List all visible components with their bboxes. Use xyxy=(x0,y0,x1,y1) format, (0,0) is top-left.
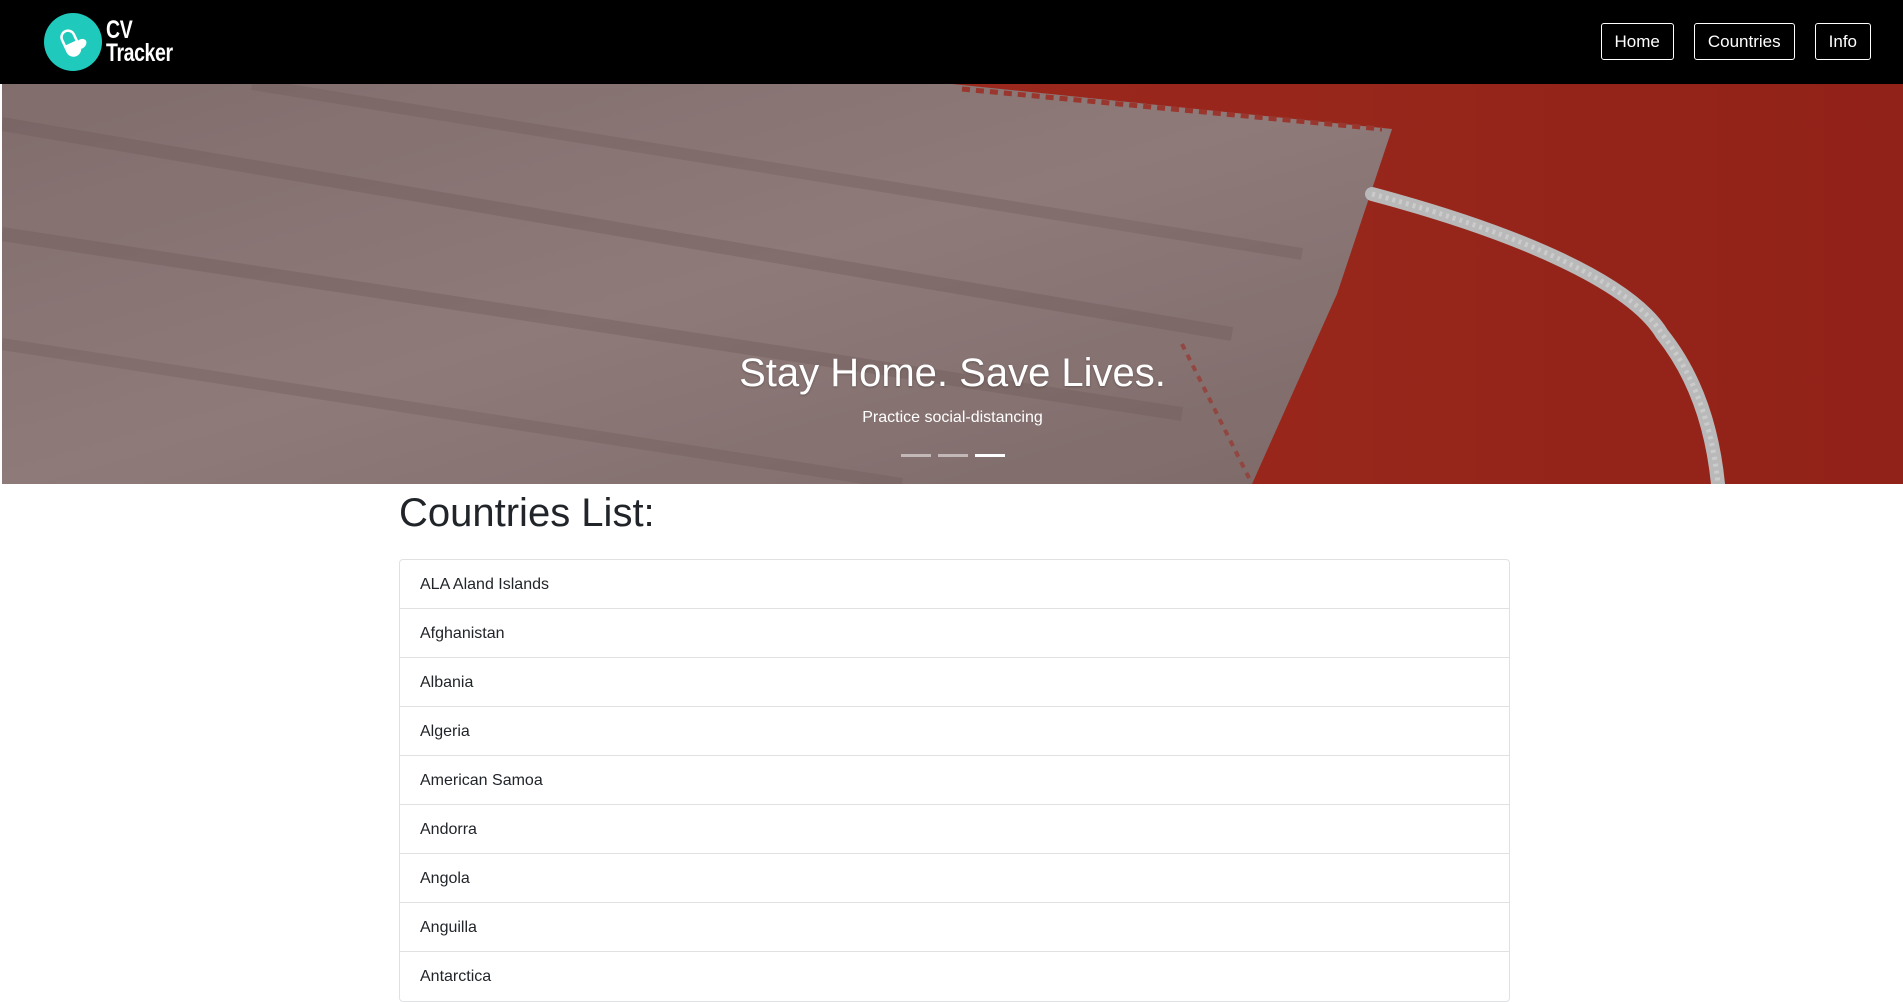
nav-countries-button[interactable]: Countries xyxy=(1693,23,1795,60)
hero-carousel: Stay Home. Save Lives. Practice social-d… xyxy=(2,84,1903,484)
nav-info-button[interactable]: Info xyxy=(1814,23,1871,60)
country-list-item[interactable]: Anguilla xyxy=(400,903,1509,952)
country-list-item[interactable]: Albania xyxy=(400,658,1509,707)
nav-links: Home Countries Info xyxy=(1600,23,1871,60)
carousel-indicators xyxy=(2,454,1903,457)
carousel-indicator-2[interactable] xyxy=(937,454,968,457)
brand-name: CV Tracker xyxy=(106,18,173,67)
hero-subtitle: Practice social-distancing xyxy=(862,409,1043,426)
page-title: Countries List: xyxy=(399,491,655,535)
country-list-item[interactable]: American Samoa xyxy=(400,756,1509,805)
countries-list: ALA Aland Islands Afghanistan Albania Al… xyxy=(399,559,1510,1002)
carousel-indicator-1[interactable] xyxy=(900,454,931,457)
carousel-indicator-3[interactable] xyxy=(974,454,1005,457)
brand-line-2: Tracker xyxy=(106,39,173,67)
capsule-pill-icon xyxy=(44,13,102,71)
country-list-item[interactable]: Antarctica xyxy=(400,952,1509,1001)
nav-home-button[interactable]: Home xyxy=(1600,23,1674,60)
country-list-item[interactable]: Afghanistan xyxy=(400,609,1509,658)
country-list-item[interactable]: ALA Aland Islands xyxy=(400,560,1509,609)
brand-link[interactable]: CV Tracker xyxy=(44,13,191,71)
country-list-item[interactable]: Andorra xyxy=(400,805,1509,854)
country-list-item[interactable]: Algeria xyxy=(400,707,1509,756)
countries-section: Countries List: ALA Aland Islands Afghan… xyxy=(399,484,1510,1002)
navbar: CV Tracker Home Countries Info xyxy=(0,0,1903,84)
hero-caption: Stay Home. Save Lives. Practice social-d… xyxy=(2,349,1903,429)
hero-title: Stay Home. Save Lives. xyxy=(739,351,1166,395)
country-list-item[interactable]: Angola xyxy=(400,854,1509,903)
